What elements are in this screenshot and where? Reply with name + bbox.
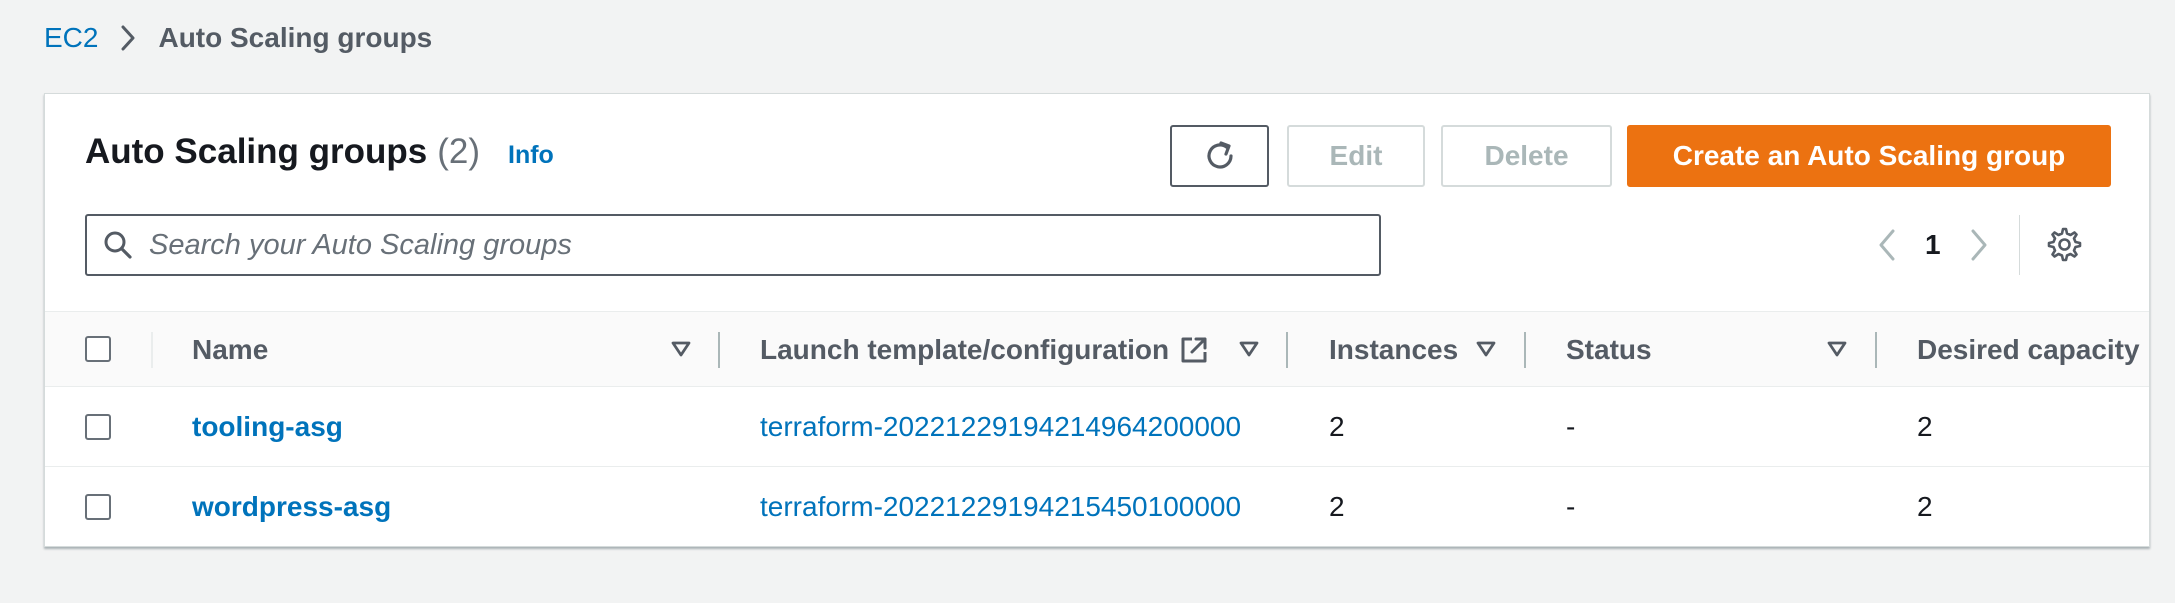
search-placeholder: Search your Auto Scaling groups (149, 228, 572, 261)
external-link-icon (1179, 335, 1209, 365)
desired-capacity-value: 2 (1917, 411, 1933, 442)
instances-count: 2 (1329, 491, 1345, 522)
breadcrumb-current: Auto Scaling groups (158, 22, 433, 53)
panel-header: Auto Scaling groups (2) Info (85, 132, 554, 176)
search-input[interactable]: Search your Auto Scaling groups (85, 214, 1381, 276)
page-title: Auto Scaling groups (85, 132, 428, 171)
column-header-name[interactable]: Name (192, 312, 268, 388)
launch-template-link[interactable]: terraform-20221229194214964200000 (760, 387, 1241, 467)
column-divider (718, 332, 720, 368)
create-auto-scaling-group-button[interactable]: Create an Auto Scaling group (1627, 125, 2111, 187)
status-value: - (1566, 411, 1576, 442)
column-header-instances[interactable]: Instances (1329, 312, 1458, 388)
launch-template-link[interactable]: terraform-20221229194215450100000 (760, 467, 1241, 547)
gear-icon[interactable] (2046, 227, 2082, 263)
column-header-launch-template-label: Launch template/configuration (760, 334, 1170, 365)
chevron-left-icon[interactable] (1877, 228, 1897, 262)
edit-button[interactable]: Edit (1287, 125, 1425, 187)
column-header-launch-template[interactable]: Launch template/configuration (760, 312, 1209, 388)
delete-button[interactable]: Delete (1441, 125, 1612, 187)
column-header-desired-capacity[interactable]: Desired capacity (1917, 312, 2140, 388)
refresh-icon (1202, 138, 1238, 174)
instances-count: 2 (1329, 411, 1345, 442)
row-checkbox[interactable] (85, 414, 111, 440)
column-divider (1286, 332, 1288, 368)
chevron-right-icon[interactable] (1969, 228, 1989, 262)
status-value: - (1566, 491, 1576, 522)
table-header: Name Launch template/configuration Insta… (45, 311, 2149, 387)
table-row: tooling-asg terraform-202212291942149642… (45, 387, 2149, 467)
table-row: wordpress-asg terraform-2022122919421545… (45, 467, 2149, 547)
desired-capacity-value: 2 (1917, 491, 1933, 522)
sort-caret-icon[interactable] (670, 338, 692, 360)
auto-scaling-groups-panel: Auto Scaling groups (2) Info Edit Delete… (44, 93, 2150, 547)
pagination-divider (2018, 215, 2020, 275)
asg-name-link[interactable]: wordpress-asg (192, 467, 391, 547)
sort-caret-icon[interactable] (1238, 338, 1260, 360)
current-page[interactable]: 1 (1925, 229, 1941, 261)
select-all-checkbox[interactable] (85, 336, 111, 362)
column-divider (1875, 332, 1877, 368)
refresh-button[interactable] (1170, 125, 1269, 187)
info-link[interactable]: Info (508, 141, 554, 170)
group-count: (2) (437, 132, 481, 171)
search-icon (103, 230, 133, 260)
column-header-status[interactable]: Status (1566, 312, 1652, 388)
breadcrumb-ec2-link[interactable]: EC2 (44, 22, 98, 54)
column-divider (1524, 332, 1526, 368)
pagination: 1 (1877, 214, 2082, 276)
asg-name-link[interactable]: tooling-asg (192, 387, 343, 467)
sort-caret-icon[interactable] (1826, 338, 1848, 360)
column-divider (151, 332, 153, 368)
sort-caret-icon[interactable] (1475, 338, 1497, 360)
chevron-right-icon (120, 24, 136, 52)
row-checkbox[interactable] (85, 494, 111, 520)
breadcrumb: EC2 Auto Scaling groups (44, 18, 432, 58)
